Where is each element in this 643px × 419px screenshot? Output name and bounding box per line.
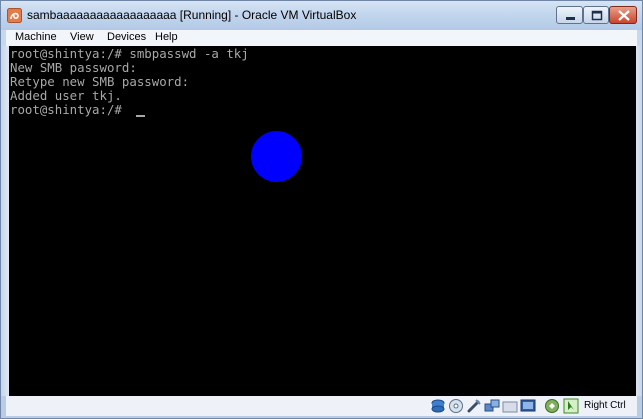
menu-view[interactable]: View	[70, 31, 94, 43]
terminal-cursor	[136, 115, 145, 117]
terminal-line-4: Added user tkj.	[10, 88, 122, 103]
maximize-icon	[591, 10, 603, 21]
blue-circle-overlay	[251, 131, 302, 182]
minimize-icon	[566, 17, 575, 20]
terminal-line-1: root@shintya:/# smbpasswd -a tkj	[10, 46, 249, 61]
close-button[interactable]	[609, 6, 637, 24]
host-key-label: Right Ctrl	[584, 400, 626, 411]
menu-devices[interactable]: Devices	[107, 31, 146, 43]
usb-icon[interactable]	[466, 398, 482, 414]
maximize-button[interactable]	[583, 6, 609, 24]
shared-folder-icon[interactable]	[502, 398, 518, 414]
terminal-line-2: New SMB password:	[10, 60, 137, 75]
window-frame-right	[635, 46, 642, 396]
display-icon[interactable]	[520, 398, 536, 414]
window-title: sambaaaaaaaaaaaaaaaaaa [Running] - Oracl…	[27, 8, 357, 22]
virtualbox-app-icon[interactable]	[7, 8, 22, 23]
capture-icon[interactable]	[544, 398, 560, 414]
menu-machine[interactable]: Machine	[15, 31, 57, 43]
terminal-line-3: Retype new SMB password:	[10, 74, 190, 89]
title-bar[interactable]: sambaaaaaaaaaaaaaaaaaa [Running] - Oracl…	[1, 1, 642, 30]
menu-help[interactable]: Help	[155, 31, 178, 43]
virtualbox-window: sambaaaaaaaaaaaaaaaaaa [Running] - Oracl…	[0, 0, 643, 419]
window-frame-left	[1, 46, 9, 396]
network-icon[interactable]	[484, 398, 500, 414]
status-bar: Right Ctrl	[6, 396, 637, 416]
vm-display[interactable]: root@shintya:/# smbpasswd -a tkj New SMB…	[9, 46, 636, 396]
optical-disk-icon[interactable]	[448, 398, 464, 414]
menu-bar: Machine View Devices Help	[6, 30, 637, 46]
close-icon	[618, 10, 630, 21]
mouse-integration-icon[interactable]	[563, 398, 579, 414]
minimize-button[interactable]	[556, 6, 583, 24]
hard-disk-icon[interactable]	[430, 398, 446, 414]
terminal-prompt: root@shintya:/#	[10, 102, 130, 117]
